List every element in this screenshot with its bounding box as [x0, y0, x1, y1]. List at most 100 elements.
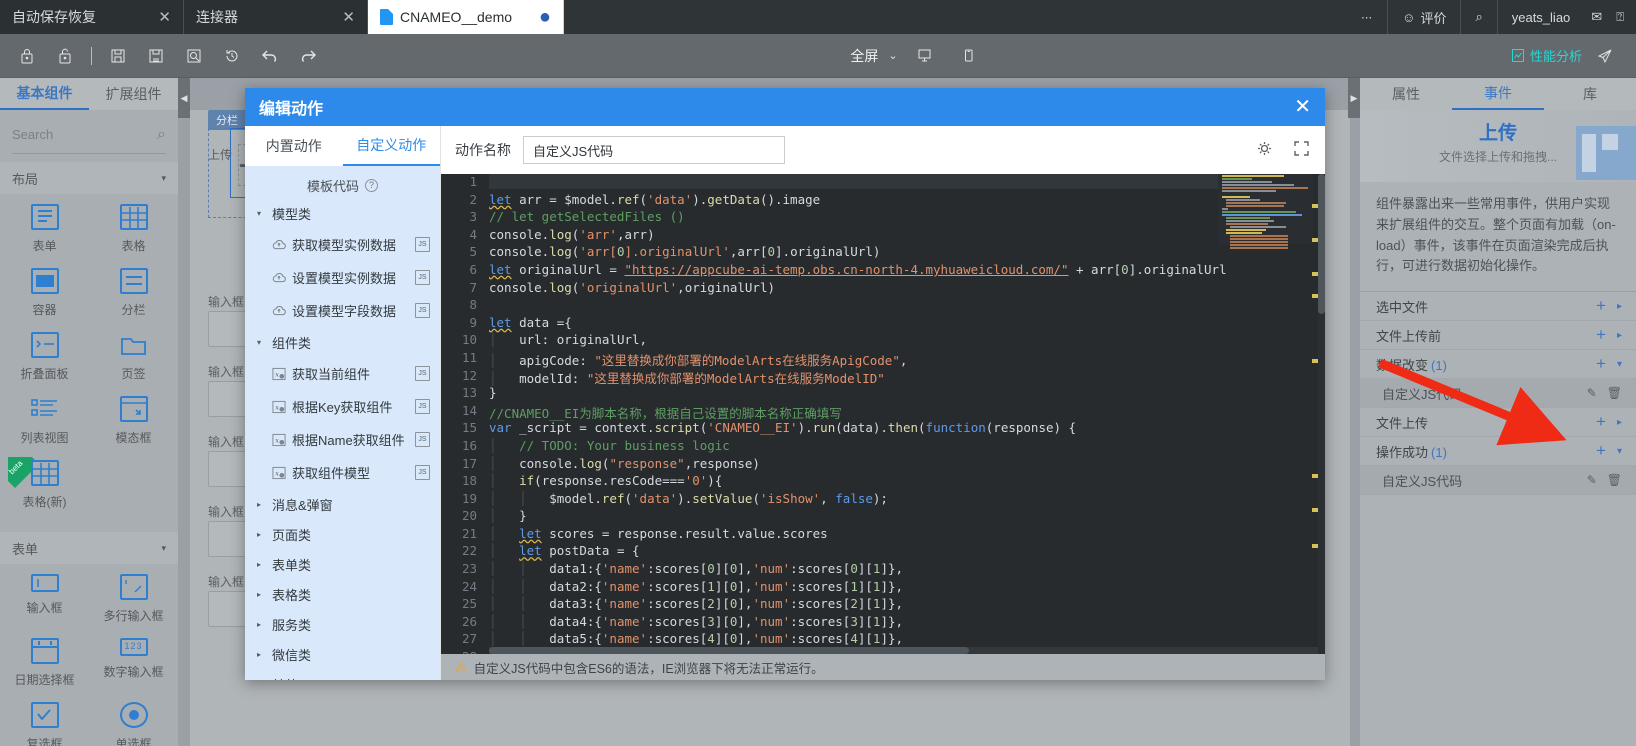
js-icon[interactable]: JS	[415, 270, 430, 285]
event-row-operation-success[interactable]: 操作成功 (1) + ▾	[1360, 437, 1636, 467]
tree-item-set-model-field-data[interactable]: 设置模型字段数据 JS	[245, 294, 440, 327]
component-table-new[interactable]: beta 表格(新)	[0, 459, 89, 510]
component-collapse-panel[interactable]: 折叠面板	[0, 332, 89, 382]
close-icon[interactable]: ✕	[152, 8, 171, 26]
add-action-button[interactable]: +	[1596, 296, 1606, 316]
event-action-item[interactable]: 自定义JS代码 ✎ 🗑	[1360, 379, 1636, 409]
window-tab-0[interactable]: 自动保存恢复 ✕	[0, 0, 184, 34]
collapse-right-panel-button[interactable]: ▶	[1348, 78, 1360, 118]
tree-category-form[interactable]: ▸ 表单类	[245, 549, 440, 579]
event-row-select-file[interactable]: 选中文件 + ▸	[1360, 292, 1636, 322]
component-textarea[interactable]: 多行输入框	[89, 574, 178, 624]
chevron-right-icon[interactable]: ▸	[1617, 417, 1622, 428]
user-menu[interactable]: yeats_liao	[1498, 0, 1585, 34]
tree-item-get-component-by-name[interactable]: x 根据Name获取组件 JS	[245, 423, 440, 456]
tab-basic-components[interactable]: 基本组件	[0, 78, 89, 110]
event-row-file-upload[interactable]: 文件上传 + ▸	[1360, 408, 1636, 438]
delete-icon[interactable]: 🗑	[1607, 473, 1622, 487]
tree-item-get-component-model[interactable]: x 获取组件模型 JS	[245, 456, 440, 489]
rate-button[interactable]: ☺ 评价	[1388, 0, 1460, 34]
tree-category-message-popup[interactable]: ▸ 消息&弹窗	[245, 489, 440, 519]
component-search[interactable]: Search ⌕	[12, 116, 166, 154]
global-search-button[interactable]: ⌕	[1461, 0, 1496, 34]
component-form[interactable]: 表单	[0, 204, 89, 254]
tree-category-page[interactable]: ▸ 页面类	[245, 519, 440, 549]
chevron-down-icon[interactable]: ▾	[1617, 446, 1622, 457]
component-input[interactable]: 输入框	[0, 574, 89, 624]
tree-item-get-current-component[interactable]: x 获取当前组件 JS	[245, 357, 440, 390]
component-tabs[interactable]: 页签	[89, 332, 178, 382]
collapse-left-panel-button[interactable]: ◀	[178, 78, 190, 118]
tree-category-wechat[interactable]: ▸ 微信类	[245, 639, 440, 669]
expand-icon[interactable]	[1294, 141, 1309, 159]
js-icon[interactable]: JS	[415, 432, 430, 447]
tree-category-model[interactable]: ▾ 模型类	[245, 198, 440, 228]
code-editor[interactable]: 1 2 let arr = $model.ref('data').getData(…	[441, 174, 1325, 654]
save-as-icon[interactable]	[139, 41, 173, 71]
tab-properties[interactable]: 属性	[1360, 78, 1452, 110]
preview-icon[interactable]	[177, 41, 211, 71]
tree-item-get-component-by-key[interactable]: x 根据Key获取组件 JS	[245, 390, 440, 423]
component-radio[interactable]: 单选框	[89, 702, 178, 746]
js-icon[interactable]: JS	[415, 366, 430, 381]
tree-category-table[interactable]: ▸ 表格类	[245, 579, 440, 609]
component-datepicker[interactable]: 日期选择框	[0, 638, 89, 688]
delete-icon[interactable]: 🗑	[1607, 386, 1622, 400]
js-icon[interactable]: JS	[415, 465, 430, 480]
js-icon[interactable]: JS	[415, 303, 430, 318]
close-icon[interactable]: ✕	[1294, 97, 1311, 117]
event-row-before-upload[interactable]: 文件上传前 + ▸	[1360, 321, 1636, 351]
help-icon[interactable]: ?	[365, 178, 378, 192]
tree-item-get-model-instance-data[interactable]: 获取模型实例数据 JS	[245, 228, 440, 261]
unlock-icon[interactable]	[48, 41, 82, 71]
event-action-item[interactable]: 自定义JS代码 ✎ 🗑	[1360, 466, 1636, 496]
chevron-right-icon[interactable]: ▸	[1617, 301, 1622, 312]
search-input[interactable]: Search	[12, 127, 53, 142]
add-action-button[interactable]: +	[1596, 441, 1606, 461]
mail-button[interactable]: ✉	[1584, 0, 1609, 34]
add-action-button[interactable]: +	[1596, 412, 1606, 432]
undo-icon[interactable]	[253, 41, 287, 71]
component-table[interactable]: 表格	[89, 204, 178, 254]
mobile-icon[interactable]	[952, 41, 986, 71]
history-icon[interactable]	[215, 41, 249, 71]
edit-icon[interactable]: ✎	[1587, 473, 1597, 487]
gear-icon[interactable]	[1257, 141, 1272, 159]
performance-analysis-button[interactable]: 性能分析	[1511, 46, 1582, 65]
window-tab-2[interactable]: CNAMEO__demo ●	[368, 0, 564, 34]
chevron-right-icon[interactable]: ▸	[1617, 330, 1622, 341]
action-name-input[interactable]	[523, 136, 785, 164]
tree-category-service[interactable]: ▸ 服务类	[245, 609, 440, 639]
component-container[interactable]: 容器	[0, 268, 89, 318]
edit-icon[interactable]: ✎	[1587, 386, 1597, 400]
tab-extended-components[interactable]: 扩展组件	[89, 78, 178, 110]
send-icon[interactable]	[1588, 41, 1622, 71]
js-icon[interactable]: JS	[415, 399, 430, 414]
chevron-down-icon[interactable]: ⌄	[888, 49, 897, 62]
js-icon[interactable]: JS	[415, 237, 430, 252]
editor-vertical-scrollbar[interactable]	[1318, 174, 1325, 654]
tab-library[interactable]: 库	[1544, 78, 1636, 110]
close-icon[interactable]: ✕	[336, 8, 355, 26]
tree-category-other[interactable]: ▸ 其他	[245, 669, 440, 681]
editor-minimap[interactable]	[1218, 174, 1313, 249]
component-modal[interactable]: 模态框	[89, 396, 178, 446]
tree-category-component[interactable]: ▾ 组件类	[245, 327, 440, 357]
component-columns[interactable]: 分栏	[89, 268, 178, 318]
window-tab-1[interactable]: 连接器 ✕	[184, 0, 368, 34]
component-list-view[interactable]: 列表视图	[0, 396, 89, 446]
add-action-button[interactable]: +	[1596, 325, 1606, 345]
group-header-layout[interactable]: 布局 ▾	[0, 162, 178, 194]
redo-icon[interactable]	[291, 41, 325, 71]
component-number-input[interactable]: 123 数字输入框	[89, 638, 178, 688]
tree-item-set-model-instance-data[interactable]: 设置模型实例数据 JS	[245, 261, 440, 294]
lock-icon[interactable]	[10, 41, 44, 71]
screen-mode-label[interactable]: 全屏	[850, 46, 878, 66]
save-icon[interactable]	[101, 41, 135, 71]
help-button[interactable]: ⍰	[1609, 0, 1636, 34]
desktop-icon[interactable]	[908, 41, 942, 71]
tab-builtin-action[interactable]: 内置动作	[245, 126, 343, 166]
chevron-down-icon[interactable]: ▾	[1617, 359, 1622, 370]
group-header-form[interactable]: 表单 ▾	[0, 532, 178, 564]
tab-events[interactable]: 事件	[1452, 78, 1544, 110]
